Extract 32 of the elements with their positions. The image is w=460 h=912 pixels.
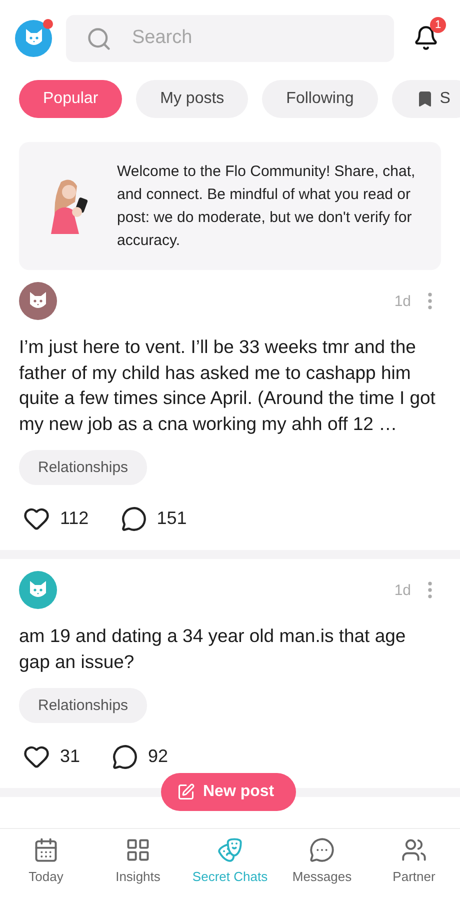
nav-item[interactable]: Messages	[276, 837, 368, 887]
post-text[interactable]: I’m just here to vent. I’ll be 33 weeks tmr and the father of my child has asked me to cashapp him quite a few times since April. (Around the time I got my new job as a cna working my ahh off 12 …	[19, 334, 441, 436]
profile-avatar[interactable]	[15, 20, 52, 56]
welcome-text: Welcome to the Flo Community! Share, chat, and connect. Be mindful of what you read or post: we do moderate, but we don't verify for accuracy.	[117, 162, 416, 251]
comment-icon[interactable]	[112, 744, 138, 770]
search-field[interactable]: Search	[66, 14, 394, 62]
chat-bubble-icon	[309, 837, 335, 863]
nav-item[interactable]: Today	[0, 837, 92, 887]
edit-icon	[177, 783, 195, 801]
like-count: 31	[60, 746, 80, 767]
filter-tab[interactable]: S	[392, 80, 460, 118]
filter-tab[interactable]: My posts	[136, 80, 248, 118]
topic-tag[interactable]: Relationships	[19, 688, 148, 723]
notification-badge: 1	[430, 17, 446, 33]
comment-icon[interactable]	[120, 506, 147, 532]
mask-icon	[217, 837, 243, 863]
nav-item[interactable]: Insights	[92, 837, 184, 887]
like-count: 112	[60, 508, 89, 529]
comment-count: 151	[156, 508, 187, 529]
calendar-icon	[33, 837, 59, 863]
nav-item[interactable]: Partner	[368, 837, 460, 887]
post-time: 1d	[394, 582, 411, 598]
post-time: 1d	[394, 292, 411, 310]
filter-tab[interactable]: Following	[262, 80, 378, 118]
notification-dot	[43, 18, 53, 28]
people-icon	[401, 837, 427, 863]
comment-count: 92	[148, 746, 168, 767]
post-text[interactable]: am 19 and dating a 34 year old man.is that age gap an issue?	[19, 623, 441, 674]
grid-icon	[125, 837, 151, 863]
user-avatar[interactable]	[19, 282, 57, 320]
search-icon	[86, 26, 112, 52]
topic-tag[interactable]: Relationships	[19, 450, 148, 485]
